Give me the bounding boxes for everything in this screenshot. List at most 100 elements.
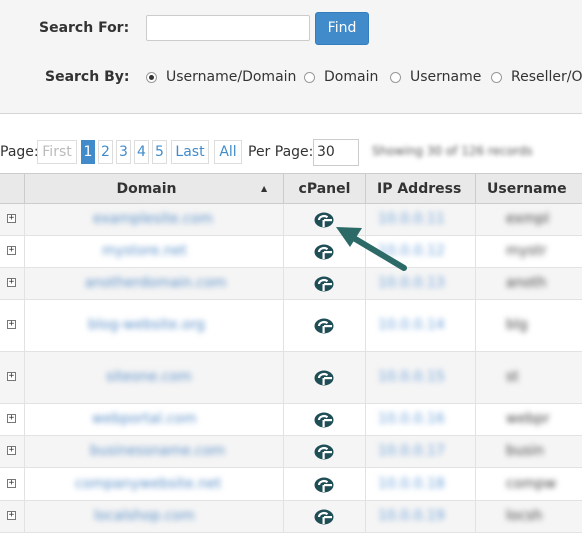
cpanel-logo-icon[interactable] [314, 212, 334, 228]
page-4-button[interactable]: 4 [134, 140, 149, 164]
cpanel-cell [284, 204, 366, 235]
domain-link[interactable]: blog-website.org [88, 317, 205, 333]
username-cell: st [476, 352, 582, 403]
radio-username[interactable]: Username [390, 69, 481, 85]
username-text: mystr [506, 243, 547, 259]
ip-cell: 10.0.0.18 [366, 468, 476, 500]
ip-address-text: 10.0.0.19 [378, 508, 445, 524]
expand-cell: + [0, 236, 25, 267]
table-row: + companywebsite.net 10.0.0.18 compw [0, 468, 582, 501]
table-row: + siteone.com 10.0.0.15 st [0, 352, 582, 404]
page-5-button[interactable]: 5 [152, 140, 167, 164]
expand-cell: + [0, 436, 25, 467]
ip-address-text: 10.0.0.18 [378, 475, 445, 492]
radio-unchecked-icon[interactable] [491, 71, 502, 83]
radio-checked-icon[interactable] [146, 71, 157, 83]
ip-cell: 10.0.0.17 [366, 436, 476, 467]
expand-plus-icon[interactable]: + [7, 478, 16, 488]
radio-unchecked-icon[interactable] [390, 71, 401, 83]
cpanel-logo-icon[interactable] [314, 444, 334, 460]
cpanel-logo-icon[interactable] [314, 276, 334, 292]
expand-plus-icon[interactable]: + [7, 414, 16, 423]
table-row: + localshop.com 10.0.0.19 locsh [0, 501, 582, 533]
domain-link[interactable]: anotherdomain.com [85, 275, 226, 291]
radio-reseller-owner[interactable]: Reseller/Ow [491, 69, 582, 85]
table-row: + blog-website.org 10.0.0.14 blg [0, 300, 582, 352]
cpanel-logo-icon[interactable] [314, 370, 334, 386]
cpanel-logo-icon[interactable] [314, 412, 334, 428]
username-cell: exmpl [476, 204, 582, 235]
username-text: locsh [506, 508, 543, 524]
last-page-button[interactable]: Last [171, 140, 209, 164]
domain-link[interactable]: companywebsite.net [75, 476, 221, 492]
domain-link[interactable]: businessname.com [90, 443, 225, 459]
page-1-button[interactable]: 1 [81, 140, 95, 164]
ip-cell: 10.0.0.15 [366, 352, 476, 403]
table-row: + anotherdomain.com 10.0.0.13 anoth [0, 268, 582, 300]
header-expand-column [0, 174, 25, 205]
cpanel-cell [284, 501, 366, 532]
expand-plus-icon[interactable]: + [7, 320, 16, 329]
domain-link[interactable]: mystore.net [102, 243, 187, 259]
expand-plus-icon[interactable]: + [7, 246, 16, 255]
page-2-button[interactable]: 2 [98, 140, 113, 164]
expand-plus-icon[interactable]: + [7, 446, 16, 455]
expand-cell: + [0, 204, 25, 235]
search-panel: Search For: Find Search By: Username/Dom… [0, 0, 582, 114]
ip-cell: 10.0.0.12 [366, 236, 476, 267]
username-cell: blg [476, 300, 582, 351]
table-row: + businessname.com 10.0.0.17 busin [0, 436, 582, 468]
radio-domain[interactable]: Domain [304, 69, 378, 85]
username-text: anoth [506, 275, 547, 291]
table-row: + mystore.net 10.0.0.12 mystr [0, 236, 582, 268]
cpanel-cell [284, 436, 366, 467]
domain-cell: blog-website.org [25, 300, 284, 351]
radio-label: Username [410, 69, 482, 85]
radio-label: Username/Domain [166, 69, 297, 85]
expand-cell: + [0, 404, 25, 435]
table-row: + examplesite.com 10.0.0.11 exmpl [0, 204, 582, 236]
per-page-input[interactable]: 30 [313, 139, 359, 166]
expand-cell: + [0, 268, 25, 299]
ip-cell: 10.0.0.13 [366, 268, 476, 299]
table-row: + webportal.com 10.0.0.16 webpr [0, 404, 582, 436]
search-input[interactable] [146, 15, 310, 41]
domain-link[interactable]: localshop.com [94, 508, 195, 524]
sort-ascending-icon[interactable]: ▲ [261, 174, 267, 204]
username-cell: busin [476, 436, 582, 467]
expand-cell: + [0, 501, 25, 532]
ip-address-text: 10.0.0.14 [378, 317, 445, 333]
ip-cell: 10.0.0.14 [366, 300, 476, 351]
cpanel-cell [284, 236, 366, 267]
radio-username-domain[interactable]: Username/Domain [146, 69, 296, 85]
expand-plus-icon[interactable]: + [7, 214, 16, 223]
domain-link[interactable]: webportal.com [92, 411, 196, 427]
expand-plus-icon[interactable]: + [7, 278, 16, 287]
all-pages-button[interactable]: All [214, 140, 242, 164]
header-domain[interactable]: Domain [25, 174, 284, 205]
header-cpanel[interactable]: cPanel [284, 174, 366, 205]
page-3-button[interactable]: 3 [116, 140, 131, 164]
header-ip-address[interactable]: IP Address [366, 174, 476, 205]
domain-cell: anotherdomain.com [25, 268, 284, 299]
ip-address-text: 10.0.0.12 [378, 243, 445, 259]
domain-link[interactable]: siteone.com [106, 369, 192, 385]
domain-link[interactable]: examplesite.com [93, 211, 213, 227]
cpanel-logo-icon[interactable] [314, 477, 334, 493]
expand-plus-icon[interactable]: + [7, 372, 16, 381]
domain-cell: companywebsite.net [25, 468, 284, 500]
domain-cell: examplesite.com [25, 204, 284, 235]
find-button[interactable]: Find [315, 12, 369, 45]
radio-unchecked-icon[interactable] [304, 71, 315, 83]
expand-plus-icon[interactable]: + [7, 511, 16, 520]
header-username[interactable]: Username [476, 174, 582, 205]
cpanel-cell [284, 300, 366, 351]
cpanel-logo-icon[interactable] [314, 509, 334, 525]
cpanel-cell [284, 468, 366, 500]
cpanel-logo-icon[interactable] [314, 244, 334, 260]
cpanel-logo-icon[interactable] [314, 318, 334, 334]
domain-cell: localshop.com [25, 501, 284, 532]
ip-address-text: 10.0.0.11 [378, 211, 445, 227]
ip-cell: 10.0.0.11 [366, 204, 476, 235]
username-text: st [506, 369, 519, 385]
